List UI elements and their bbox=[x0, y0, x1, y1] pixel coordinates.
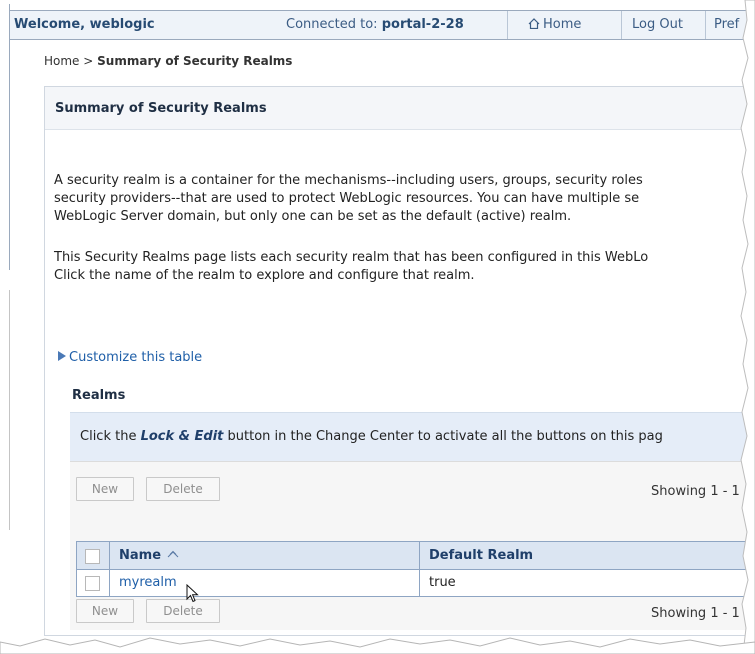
panel-title-bar: Summary of Security Realms bbox=[45, 87, 755, 130]
delete-button-top[interactable]: Delete bbox=[146, 477, 220, 501]
description-line: Click the name of the realm to explore a… bbox=[54, 268, 475, 283]
column-header-default-realm[interactable]: Default Realm bbox=[429, 548, 533, 563]
header-divider bbox=[705, 11, 706, 39]
sort-ascending-icon bbox=[166, 548, 180, 563]
info-suffix: button in the Change Center to activate … bbox=[223, 429, 663, 444]
home-link-label: Home bbox=[543, 17, 582, 32]
customize-table-link[interactable]: Customize this table bbox=[58, 350, 202, 365]
breadcrumb-current: Summary of Security Realms bbox=[97, 54, 293, 68]
torn-edge-right bbox=[740, 0, 755, 654]
header-divider bbox=[621, 11, 622, 39]
mouse-pointer-icon bbox=[186, 583, 200, 608]
home-link[interactable]: Home bbox=[528, 17, 581, 32]
torn-edge-bottom bbox=[0, 637, 755, 654]
connected-label: Connected to: bbox=[286, 17, 378, 32]
description-line: security providers--that are used to pro… bbox=[54, 191, 640, 206]
connection-info: Connected to: portal-2-28 bbox=[286, 17, 464, 32]
customize-table-label: Customize this table bbox=[69, 350, 203, 365]
house-icon bbox=[528, 18, 540, 29]
breadcrumb-home[interactable]: Home bbox=[44, 54, 79, 68]
console-page: Welcome, weblogic Connected to: portal-2… bbox=[0, 0, 755, 654]
description-line: A security realm is a container for the … bbox=[54, 173, 643, 188]
page-title: Summary of Security Realms bbox=[55, 101, 267, 116]
header-divider bbox=[507, 11, 508, 39]
preferences-link[interactable]: Pref bbox=[714, 17, 739, 32]
column-divider bbox=[109, 542, 110, 571]
column-divider bbox=[419, 570, 420, 597]
breadcrumb: Home > Summary of Security Realms bbox=[44, 54, 292, 68]
frame-border bbox=[9, 290, 10, 530]
select-all-checkbox[interactable] bbox=[85, 549, 100, 564]
info-emphasis: Lock & Edit bbox=[140, 429, 224, 444]
table-row: myrealm true bbox=[76, 570, 755, 597]
default-realm-value: true bbox=[429, 575, 456, 590]
table-header: Name Default Realm bbox=[76, 541, 755, 571]
column-name-label: Name bbox=[119, 548, 162, 563]
new-button-bottom[interactable]: New bbox=[76, 599, 134, 623]
description-line: WebLogic Server domain, but only one can… bbox=[54, 209, 572, 224]
breadcrumb-separator: > bbox=[83, 54, 94, 68]
row-checkbox[interactable] bbox=[85, 576, 100, 591]
column-divider bbox=[419, 542, 420, 571]
pagination-info: Showing 1 - 1 bbox=[651, 484, 740, 499]
new-button-top[interactable]: New bbox=[76, 477, 134, 501]
logout-link[interactable]: Log Out bbox=[632, 17, 683, 32]
triangle-right-icon bbox=[58, 351, 66, 361]
delete-button-bottom[interactable]: Delete bbox=[146, 599, 220, 623]
info-text: Click the Lock & Edit button in the Chan… bbox=[80, 429, 663, 444]
realms-section-title: Realms bbox=[72, 388, 126, 403]
description-paragraph: This Security Realms page lists each sec… bbox=[54, 249, 755, 285]
column-divider bbox=[109, 570, 110, 597]
pagination-info-bottom: Showing 1 - 1 bbox=[651, 606, 740, 621]
console-header: Welcome, weblogic Connected to: portal-2… bbox=[10, 10, 755, 40]
info-message: Click the Lock & Edit button in the Chan… bbox=[70, 412, 755, 461]
description-paragraph: A security realm is a container for the … bbox=[54, 172, 755, 226]
connected-server: portal-2-28 bbox=[381, 17, 464, 32]
description-line: This Security Realms page lists each sec… bbox=[54, 250, 649, 265]
realm-name-link[interactable]: myrealm bbox=[119, 575, 177, 590]
column-header-name[interactable]: Name bbox=[119, 548, 180, 563]
info-prefix: Click the bbox=[80, 429, 141, 444]
welcome-text: Welcome, weblogic bbox=[14, 17, 155, 32]
frame-border bbox=[9, 4, 10, 270]
